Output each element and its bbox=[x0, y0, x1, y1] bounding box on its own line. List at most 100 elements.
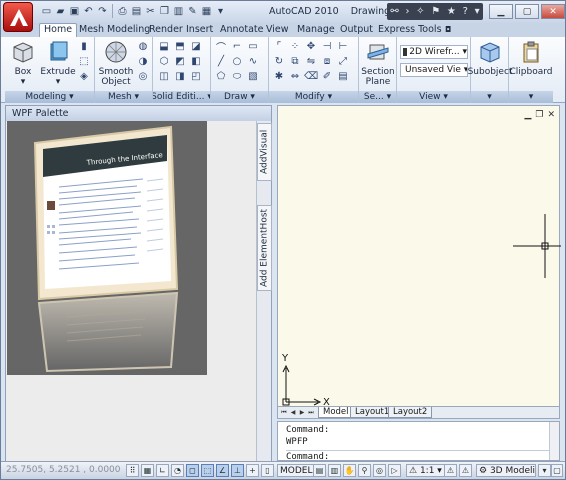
saved-view-dropdown[interactable]: Unsaved Vie ▾ bbox=[400, 63, 468, 77]
redo-icon[interactable]: ↷ bbox=[96, 4, 109, 19]
tab-output[interactable]: Output bbox=[336, 24, 377, 37]
communication-icon[interactable]: ⚑ bbox=[431, 6, 440, 17]
thicken-icon[interactable]: ◧ bbox=[189, 55, 203, 68]
tab-add-visual[interactable]: AddVisual bbox=[257, 123, 272, 181]
paste-icon[interactable]: ▥ bbox=[172, 4, 185, 19]
properties-tool-icon[interactable]: ▤ bbox=[336, 70, 350, 83]
tab-model[interactable]: Model bbox=[318, 407, 354, 418]
pan-icon[interactable]: ✋ bbox=[343, 464, 356, 477]
plot-icon[interactable]: ⎙ bbox=[116, 4, 129, 19]
tab-render[interactable]: Render bbox=[145, 24, 187, 37]
showmotion-icon[interactable]: ▷ bbox=[388, 464, 401, 477]
tab-express-tools[interactable]: Express Tools bbox=[374, 24, 446, 37]
panel-draw-label[interactable]: Draw ▾ bbox=[211, 91, 268, 103]
open-icon[interactable]: ▰ bbox=[54, 4, 67, 19]
hatch-icon[interactable]: ▧ bbox=[246, 70, 260, 83]
new-icon[interactable]: ▭ bbox=[40, 4, 53, 19]
binoculars-icon[interactable]: ⚯ bbox=[390, 6, 398, 17]
extend-icon[interactable]: ⊢ bbox=[336, 40, 350, 53]
stretch-icon[interactable]: ⇔ bbox=[288, 70, 302, 83]
clipboard-button[interactable]: Clipboard bbox=[509, 39, 553, 77]
panel-modify-label[interactable]: Modify ▾ bbox=[269, 91, 358, 103]
rectangle-icon[interactable]: ▭ bbox=[246, 40, 260, 53]
status-menu-icon[interactable]: ▾ bbox=[538, 464, 551, 477]
panel-section-label[interactable]: Se... ▾ bbox=[359, 91, 396, 103]
mesh-crease-icon[interactable]: ◑ bbox=[136, 55, 150, 68]
star-icon[interactable]: ★ bbox=[447, 6, 456, 17]
polar-tracking-icon[interactable]: ◔ bbox=[171, 464, 184, 477]
visual-style-dropdown[interactable]: 2D Wirefr... ▾ bbox=[400, 45, 468, 59]
loft-icon[interactable]: ◈ bbox=[77, 70, 91, 83]
dynamic-ucs-icon[interactable]: ⊥ bbox=[231, 464, 244, 477]
zoom-icon[interactable]: ⚲ bbox=[358, 464, 371, 477]
subtract-icon[interactable]: ⬒ bbox=[173, 40, 187, 53]
tab-home[interactable]: Home bbox=[39, 23, 78, 38]
clean-screen-icon[interactable]: ▢ bbox=[551, 464, 563, 477]
tab-mesh-modeling[interactable]: Mesh Modeling bbox=[75, 24, 154, 37]
command-scrollbar[interactable] bbox=[549, 422, 559, 460]
mesh-split-icon[interactable]: ◎ bbox=[136, 70, 150, 83]
drawing-viewport[interactable]: ▁ ❐ ✕ Y X bbox=[277, 105, 561, 408]
application-menu-button[interactable] bbox=[3, 2, 33, 32]
annotation-visibility-icon[interactable]: ⚠ bbox=[444, 464, 457, 477]
close-button[interactable]: ✕ bbox=[541, 4, 565, 19]
circle-icon[interactable]: ○ bbox=[230, 55, 244, 68]
section-plane-button[interactable]: Section Plane bbox=[361, 39, 395, 87]
tab-manage[interactable]: Manage bbox=[293, 24, 339, 37]
panel-mesh-label[interactable]: Mesh ▾ bbox=[95, 91, 152, 103]
steeringwheel-icon[interactable]: ◎ bbox=[373, 464, 386, 477]
copy-object-icon[interactable]: ⧉ bbox=[288, 55, 302, 68]
dynamic-input-icon[interactable]: + bbox=[246, 464, 259, 477]
workspace-switcher[interactable]: ⚙ 3D Modeling bbox=[476, 464, 536, 477]
scale-icon[interactable]: ⤢ bbox=[336, 55, 350, 68]
trim-icon[interactable]: ⊣ bbox=[320, 40, 334, 53]
next-tab-icon[interactable]: ▶ bbox=[298, 408, 306, 417]
tab-view[interactable]: View bbox=[262, 24, 293, 37]
move-icon[interactable]: ✥ bbox=[304, 40, 318, 53]
spline-icon[interactable]: ∿ bbox=[246, 55, 260, 68]
chevron-down-icon[interactable]: ▾ bbox=[475, 6, 480, 17]
3d-object-snap-icon[interactable]: ⬚ bbox=[201, 464, 214, 477]
intersect-icon[interactable]: ◪ bbox=[189, 40, 203, 53]
panel-modeling-label[interactable]: Modeling ▾ bbox=[5, 91, 94, 103]
panel-solid-editing-label[interactable]: Solid Editi... ▾ bbox=[153, 91, 210, 103]
maximize-button[interactable]: ▢ bbox=[515, 4, 539, 19]
separate-icon[interactable]: ◰ bbox=[189, 70, 203, 83]
mesh-refine-icon[interactable]: ◍ bbox=[136, 40, 150, 53]
prev-tab-icon[interactable]: ◀ bbox=[289, 408, 297, 417]
mirror-icon[interactable]: ⇋ bbox=[304, 55, 318, 68]
polysolid-icon[interactable]: ▮ bbox=[77, 40, 91, 53]
rotate-icon[interactable]: ↻ bbox=[272, 55, 286, 68]
panel-view-label[interactable]: View ▾ bbox=[397, 91, 470, 103]
last-tab-icon[interactable]: ⏭ bbox=[307, 408, 315, 417]
tab-layout2[interactable]: Layout2 bbox=[388, 407, 433, 418]
tab-insert[interactable]: Insert bbox=[182, 24, 217, 37]
save-icon[interactable]: ▣ bbox=[68, 4, 81, 19]
minimize-button[interactable]: ▁ bbox=[489, 4, 513, 19]
smooth-object-button[interactable]: Smooth Object bbox=[99, 39, 133, 87]
model-space-toggle[interactable]: MODEL bbox=[277, 464, 316, 477]
extrude-button[interactable]: Extrude ▾ bbox=[40, 39, 76, 87]
slice-icon[interactable]: ◩ bbox=[173, 55, 187, 68]
grid-display-icon[interactable]: ▦ bbox=[141, 464, 154, 477]
customize-icon[interactable]: ▾ bbox=[214, 4, 227, 19]
match-properties-icon[interactable]: ✎ bbox=[186, 4, 199, 19]
polyline-icon[interactable]: ⌐ bbox=[230, 40, 244, 53]
copy-icon[interactable]: ❐ bbox=[158, 4, 171, 19]
tab-annotate[interactable]: Annotate bbox=[216, 24, 267, 37]
subobject-button[interactable]: Subobject bbox=[468, 39, 512, 77]
snap-mode-icon[interactable]: ⠿ bbox=[126, 464, 139, 477]
panel-subobject-expander[interactable]: ▾ bbox=[471, 91, 508, 103]
polygon-icon[interactable]: ⬠ bbox=[214, 70, 228, 83]
arc-icon[interactable]: ⌒ bbox=[214, 40, 228, 54]
line-icon[interactable]: ╱ bbox=[214, 55, 228, 68]
tools-icon[interactable]: ✧ bbox=[416, 6, 424, 17]
shell-icon[interactable]: ◨ bbox=[173, 70, 187, 83]
fillet-icon[interactable]: ⌜ bbox=[272, 40, 286, 53]
presspull-icon[interactable]: ⬚ bbox=[77, 55, 91, 68]
union-icon[interactable]: ⬓ bbox=[157, 40, 171, 53]
properties-icon[interactable]: ▦ bbox=[200, 4, 213, 19]
cut-icon[interactable]: ✂ bbox=[144, 4, 157, 19]
auto-scale-icon[interactable]: ⚠ bbox=[459, 464, 472, 477]
match-icon[interactable]: ✐ bbox=[320, 70, 334, 83]
